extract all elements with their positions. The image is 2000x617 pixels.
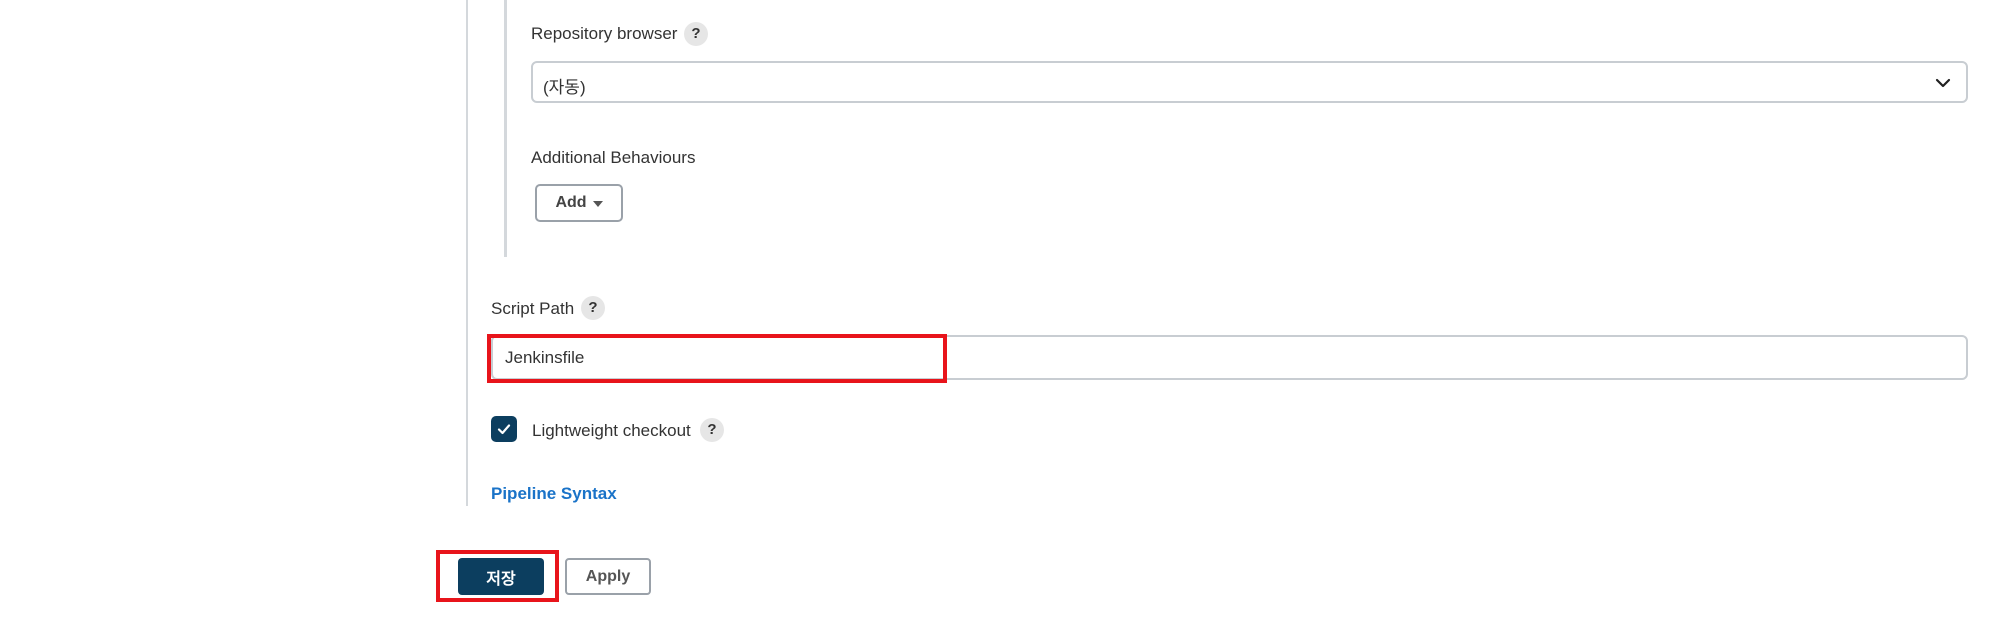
apply-button[interactable]: Apply <box>565 558 651 595</box>
add-button-label: Add <box>555 194 587 211</box>
scm-guide-line <box>504 0 507 257</box>
help-icon[interactable]: ? <box>700 418 724 442</box>
repository-browser-label: Repository browser <box>531 24 678 43</box>
caret-down-icon <box>592 201 603 207</box>
add-behaviour-button[interactable]: Add <box>535 184 623 222</box>
lightweight-checkout-checkbox[interactable] <box>491 416 517 442</box>
chevron-down-icon <box>1935 78 1951 88</box>
repository-browser-value: (자동) <box>543 78 586 97</box>
help-icon[interactable]: ? <box>581 296 605 320</box>
script-path-input[interactable] <box>491 335 1968 380</box>
repository-browser-select[interactable]: (자동) <box>531 61 1968 103</box>
pipeline-syntax-link[interactable]: Pipeline Syntax <box>491 484 617 504</box>
help-icon[interactable]: ? <box>684 22 708 46</box>
save-button[interactable]: 저장 <box>458 558 544 595</box>
lightweight-checkout-label: Lightweight checkout <box>532 421 691 440</box>
check-icon <box>497 424 511 435</box>
additional-behaviours-label: Additional Behaviours <box>531 148 696 167</box>
script-path-label: Script Path <box>491 299 575 318</box>
section-guide-line <box>466 0 468 506</box>
